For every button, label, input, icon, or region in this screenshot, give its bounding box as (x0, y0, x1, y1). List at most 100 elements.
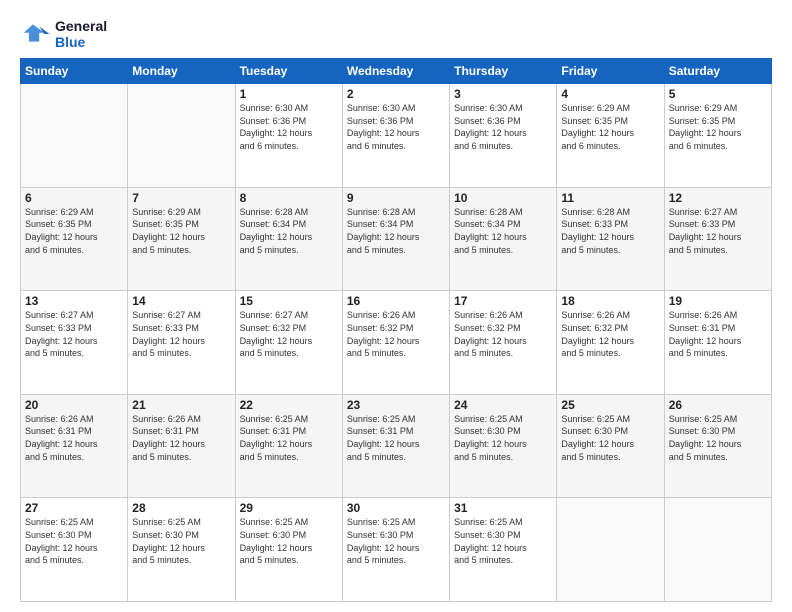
empty-cell (557, 498, 664, 602)
calendar-day-22: 22Sunrise: 6:25 AM Sunset: 6:31 PM Dayli… (235, 394, 342, 498)
calendar-week-3: 20Sunrise: 6:26 AM Sunset: 6:31 PM Dayli… (21, 394, 772, 498)
calendar-day-29: 29Sunrise: 6:25 AM Sunset: 6:30 PM Dayli… (235, 498, 342, 602)
day-number: 18 (561, 294, 659, 308)
day-info: Sunrise: 6:28 AM Sunset: 6:33 PM Dayligh… (561, 206, 659, 256)
calendar-day-14: 14Sunrise: 6:27 AM Sunset: 6:33 PM Dayli… (128, 291, 235, 395)
calendar-day-5: 5Sunrise: 6:29 AM Sunset: 6:35 PM Daylig… (664, 84, 771, 188)
logo-general: General (55, 18, 107, 34)
day-number: 10 (454, 191, 552, 205)
calendar-day-23: 23Sunrise: 6:25 AM Sunset: 6:31 PM Dayli… (342, 394, 449, 498)
day-number: 5 (669, 87, 767, 101)
calendar-day-7: 7Sunrise: 6:29 AM Sunset: 6:35 PM Daylig… (128, 187, 235, 291)
day-number: 13 (25, 294, 123, 308)
day-info: Sunrise: 6:26 AM Sunset: 6:32 PM Dayligh… (561, 309, 659, 359)
day-info: Sunrise: 6:30 AM Sunset: 6:36 PM Dayligh… (347, 102, 445, 152)
calendar-day-20: 20Sunrise: 6:26 AM Sunset: 6:31 PM Dayli… (21, 394, 128, 498)
empty-cell (128, 84, 235, 188)
day-info: Sunrise: 6:27 AM Sunset: 6:33 PM Dayligh… (132, 309, 230, 359)
calendar-day-8: 8Sunrise: 6:28 AM Sunset: 6:34 PM Daylig… (235, 187, 342, 291)
day-number: 6 (25, 191, 123, 205)
logo-bird-icon (20, 18, 52, 50)
calendar-day-15: 15Sunrise: 6:27 AM Sunset: 6:32 PM Dayli… (235, 291, 342, 395)
col-header-friday: Friday (557, 59, 664, 84)
day-number: 15 (240, 294, 338, 308)
calendar-day-30: 30Sunrise: 6:25 AM Sunset: 6:30 PM Dayli… (342, 498, 449, 602)
calendar-day-26: 26Sunrise: 6:25 AM Sunset: 6:30 PM Dayli… (664, 394, 771, 498)
calendar-table: SundayMondayTuesdayWednesdayThursdayFrid… (20, 58, 772, 602)
day-number: 27 (25, 501, 123, 515)
calendar-day-31: 31Sunrise: 6:25 AM Sunset: 6:30 PM Dayli… (450, 498, 557, 602)
day-info: Sunrise: 6:25 AM Sunset: 6:30 PM Dayligh… (347, 516, 445, 566)
day-info: Sunrise: 6:25 AM Sunset: 6:30 PM Dayligh… (669, 413, 767, 463)
day-info: Sunrise: 6:25 AM Sunset: 6:30 PM Dayligh… (454, 516, 552, 566)
day-info: Sunrise: 6:27 AM Sunset: 6:33 PM Dayligh… (669, 206, 767, 256)
day-info: Sunrise: 6:26 AM Sunset: 6:31 PM Dayligh… (132, 413, 230, 463)
calendar-day-16: 16Sunrise: 6:26 AM Sunset: 6:32 PM Dayli… (342, 291, 449, 395)
calendar-week-2: 13Sunrise: 6:27 AM Sunset: 6:33 PM Dayli… (21, 291, 772, 395)
day-info: Sunrise: 6:30 AM Sunset: 6:36 PM Dayligh… (240, 102, 338, 152)
logo: General Blue (20, 18, 107, 50)
day-info: Sunrise: 6:28 AM Sunset: 6:34 PM Dayligh… (240, 206, 338, 256)
day-info: Sunrise: 6:25 AM Sunset: 6:30 PM Dayligh… (25, 516, 123, 566)
col-header-wednesday: Wednesday (342, 59, 449, 84)
day-info: Sunrise: 6:25 AM Sunset: 6:30 PM Dayligh… (454, 413, 552, 463)
day-info: Sunrise: 6:25 AM Sunset: 6:30 PM Dayligh… (561, 413, 659, 463)
col-header-sunday: Sunday (21, 59, 128, 84)
day-number: 25 (561, 398, 659, 412)
col-header-monday: Monday (128, 59, 235, 84)
day-info: Sunrise: 6:26 AM Sunset: 6:31 PM Dayligh… (25, 413, 123, 463)
day-info: Sunrise: 6:25 AM Sunset: 6:31 PM Dayligh… (347, 413, 445, 463)
day-info: Sunrise: 6:25 AM Sunset: 6:30 PM Dayligh… (240, 516, 338, 566)
calendar-day-28: 28Sunrise: 6:25 AM Sunset: 6:30 PM Dayli… (128, 498, 235, 602)
day-info: Sunrise: 6:26 AM Sunset: 6:31 PM Dayligh… (669, 309, 767, 359)
col-header-thursday: Thursday (450, 59, 557, 84)
day-number: 7 (132, 191, 230, 205)
logo-blue: Blue (55, 34, 107, 50)
calendar-day-13: 13Sunrise: 6:27 AM Sunset: 6:33 PM Dayli… (21, 291, 128, 395)
day-info: Sunrise: 6:30 AM Sunset: 6:36 PM Dayligh… (454, 102, 552, 152)
calendar-day-25: 25Sunrise: 6:25 AM Sunset: 6:30 PM Dayli… (557, 394, 664, 498)
day-number: 4 (561, 87, 659, 101)
day-number: 31 (454, 501, 552, 515)
calendar-day-24: 24Sunrise: 6:25 AM Sunset: 6:30 PM Dayli… (450, 394, 557, 498)
day-info: Sunrise: 6:29 AM Sunset: 6:35 PM Dayligh… (132, 206, 230, 256)
day-info: Sunrise: 6:29 AM Sunset: 6:35 PM Dayligh… (561, 102, 659, 152)
calendar-day-9: 9Sunrise: 6:28 AM Sunset: 6:34 PM Daylig… (342, 187, 449, 291)
header: General Blue (20, 18, 772, 50)
day-number: 29 (240, 501, 338, 515)
day-info: Sunrise: 6:29 AM Sunset: 6:35 PM Dayligh… (669, 102, 767, 152)
day-info: Sunrise: 6:27 AM Sunset: 6:32 PM Dayligh… (240, 309, 338, 359)
calendar-header-row: SundayMondayTuesdayWednesdayThursdayFrid… (21, 59, 772, 84)
day-number: 16 (347, 294, 445, 308)
calendar-day-3: 3Sunrise: 6:30 AM Sunset: 6:36 PM Daylig… (450, 84, 557, 188)
calendar-day-21: 21Sunrise: 6:26 AM Sunset: 6:31 PM Dayli… (128, 394, 235, 498)
day-number: 17 (454, 294, 552, 308)
day-number: 9 (347, 191, 445, 205)
day-info: Sunrise: 6:28 AM Sunset: 6:34 PM Dayligh… (347, 206, 445, 256)
calendar-day-4: 4Sunrise: 6:29 AM Sunset: 6:35 PM Daylig… (557, 84, 664, 188)
calendar-day-10: 10Sunrise: 6:28 AM Sunset: 6:34 PM Dayli… (450, 187, 557, 291)
day-number: 14 (132, 294, 230, 308)
day-info: Sunrise: 6:29 AM Sunset: 6:35 PM Dayligh… (25, 206, 123, 256)
day-number: 19 (669, 294, 767, 308)
day-number: 22 (240, 398, 338, 412)
day-info: Sunrise: 6:25 AM Sunset: 6:30 PM Dayligh… (132, 516, 230, 566)
calendar-day-12: 12Sunrise: 6:27 AM Sunset: 6:33 PM Dayli… (664, 187, 771, 291)
day-number: 24 (454, 398, 552, 412)
day-info: Sunrise: 6:28 AM Sunset: 6:34 PM Dayligh… (454, 206, 552, 256)
calendar-day-17: 17Sunrise: 6:26 AM Sunset: 6:32 PM Dayli… (450, 291, 557, 395)
calendar-week-1: 6Sunrise: 6:29 AM Sunset: 6:35 PM Daylig… (21, 187, 772, 291)
day-number: 20 (25, 398, 123, 412)
day-number: 3 (454, 87, 552, 101)
day-info: Sunrise: 6:26 AM Sunset: 6:32 PM Dayligh… (454, 309, 552, 359)
empty-cell (664, 498, 771, 602)
calendar-day-19: 19Sunrise: 6:26 AM Sunset: 6:31 PM Dayli… (664, 291, 771, 395)
col-header-saturday: Saturday (664, 59, 771, 84)
col-header-tuesday: Tuesday (235, 59, 342, 84)
calendar-day-18: 18Sunrise: 6:26 AM Sunset: 6:32 PM Dayli… (557, 291, 664, 395)
day-info: Sunrise: 6:25 AM Sunset: 6:31 PM Dayligh… (240, 413, 338, 463)
calendar-day-11: 11Sunrise: 6:28 AM Sunset: 6:33 PM Dayli… (557, 187, 664, 291)
day-number: 11 (561, 191, 659, 205)
day-info: Sunrise: 6:27 AM Sunset: 6:33 PM Dayligh… (25, 309, 123, 359)
day-number: 30 (347, 501, 445, 515)
